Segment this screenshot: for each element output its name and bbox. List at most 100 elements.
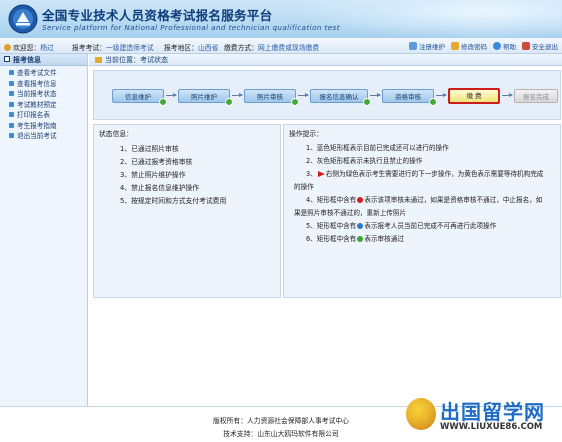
sidebar-title: 报考信息: [13, 56, 41, 64]
step-registration-complete: 报名完成: [514, 89, 558, 103]
exam-value: 一级建造师考试: [105, 44, 154, 52]
green-check-icon: [357, 236, 364, 242]
sidebar-item-exit-exam[interactable]: 退出当前考试: [0, 131, 87, 142]
help-icon: [493, 42, 501, 50]
collapse-box-icon: [4, 56, 10, 62]
step-photo-maintain[interactable]: 照片维护: [178, 89, 233, 106]
bullet-icon: [9, 70, 14, 75]
operation-tips-panel: 操作提示： 1、蓝色矩形框表示目前已完成还可以进行的操作 2、灰色矩形框表示未执…: [283, 124, 561, 298]
welcome-info: 欢迎您：杨过: [4, 42, 54, 52]
bullet-icon: [9, 133, 14, 138]
status-item: 3、禁止照片维护操作: [120, 171, 186, 179]
logout-link[interactable]: 安全退出: [522, 41, 558, 51]
welcome-label: 欢迎您：: [13, 44, 41, 52]
step-done-icon: [429, 98, 437, 106]
step-done-icon: [159, 98, 167, 106]
sidebar: 报考信息 查看考试文件 查看报考信息 当前报考状态 考试教材预定 打印报名表 考…: [0, 54, 88, 406]
sidebar-item-label: 考试教材预定: [17, 100, 57, 109]
status-item: 1、已通过照片审核: [120, 145, 179, 153]
location-label: 当前位置：: [105, 56, 140, 64]
header-banner: 全国专业技术人员资格考试报名服务平台 Service platform for …: [0, 0, 562, 38]
tip-item: 6、矩形框中含有 表示审核通过: [284, 234, 560, 244]
fee-value: 网上缴费或现场缴费: [257, 44, 320, 52]
user-icon: [4, 44, 11, 51]
register-maintain-link[interactable]: 注册维护: [409, 41, 445, 51]
status-item: 4、禁止报名信息维护操作: [120, 184, 200, 192]
step-info-maintain[interactable]: 信息维护: [112, 89, 167, 106]
region-info: 报考地区：山西省: [164, 42, 218, 52]
bullet-icon: [9, 80, 14, 86]
step-done-icon: [363, 98, 371, 106]
sidebar-item-current-status[interactable]: 当前报考状态: [0, 89, 87, 100]
status-info-panel: 状态信息： 1、已通过照片审核 2、已通过报考资格审核 3、禁止照片维护操作 4…: [93, 124, 281, 298]
watermark-logo: 出国留学网 WWW.LIUXUE86.COM: [406, 394, 558, 438]
status-item: 2、已通过报考资格审核: [120, 158, 193, 166]
step-payment[interactable]: 缴 费: [448, 88, 500, 104]
sidebar-item-textbook-order[interactable]: 考试教材预定: [0, 100, 87, 111]
sidebar-item-label: 查看报考信息: [17, 79, 57, 88]
step-qualification-review[interactable]: 资格审核: [382, 89, 437, 106]
sidebar-item-label: 当前报考状态: [17, 90, 57, 98]
exam-label: 报考考试：: [72, 44, 106, 52]
step-arrow-icon: [298, 93, 309, 97]
tip-item-continued: 的操作: [294, 183, 314, 191]
change-password-link[interactable]: 修改密码: [451, 41, 487, 51]
tip-text: 4、矩形框中含有: [306, 196, 357, 204]
tip-text: 表示该项审核未通过，如果是资格审核不通过，中止报名，如: [364, 196, 543, 204]
sidebar-item-label: 打印报名表: [17, 111, 50, 119]
step-label: 资格审核: [395, 93, 421, 101]
home-icon: [95, 57, 102, 63]
tip-text: 表示审核通过: [364, 235, 404, 243]
bullet-icon: [9, 101, 14, 107]
step-label: 照片维护: [191, 93, 217, 101]
tip-item: 3、 右侧为绿色表示考生需要进行的下一步操作，为黄色表示需要等待机构完成: [284, 169, 560, 179]
step-photo-review[interactable]: 照片审核: [244, 89, 299, 106]
tip-item: 2、灰色矩形框表示未执行且禁止的操作: [306, 157, 423, 165]
step-label: 信息维护: [125, 93, 151, 101]
site-subtitle: Service platform for National Profession…: [42, 23, 340, 32]
step-done-icon: [291, 98, 299, 106]
welcome-user: 杨过: [40, 44, 54, 52]
top-links: 注册维护 修改密码 帮助 安全退出: [409, 41, 558, 51]
tip-item: 1、蓝色矩形框表示目前已完成还可以进行的操作: [306, 144, 449, 152]
operation-tips-title: 操作提示：: [289, 130, 323, 138]
tip-text: 表示报考人员当前已完成不可再进行此项操作: [364, 222, 497, 230]
step-label: 缴 费: [466, 92, 482, 100]
globe-icon: [406, 398, 436, 430]
exam-info: 报考考试：一级建造师考试: [72, 42, 154, 52]
help-label: 帮助: [503, 43, 516, 51]
sidebar-item-label: 考生报考指南: [17, 121, 57, 130]
step-label: 报名完成: [523, 93, 549, 101]
sidebar-item-exam-files[interactable]: 查看考试文件: [0, 68, 87, 79]
tip-item: 5、矩形框中含有 表示报考人员当前已完成不可再进行此项操作: [284, 221, 560, 231]
tip-text: 5、矩形框中含有: [306, 222, 357, 230]
step-arrow-icon: [370, 93, 381, 97]
tip-text: 右侧为绿色表示考生需要进行的下一步操作，为黄色表示需要等待机构完成: [325, 170, 544, 178]
emblem-logo-icon: [8, 4, 38, 34]
sidebar-item-guide[interactable]: 考生报考指南: [0, 121, 87, 132]
location-value: 考试状态: [140, 56, 168, 64]
sidebar-item-registration-info[interactable]: 查看报考信息: [0, 79, 87, 90]
step-arrow-icon: [232, 93, 243, 97]
step-arrow-icon: [436, 93, 447, 97]
help-link[interactable]: 帮助: [493, 41, 516, 51]
status-item: 5、按规定时间和方式支付考试费用: [120, 197, 227, 205]
logout-icon: [522, 42, 530, 50]
tip-number: 3、: [306, 170, 317, 178]
progress-steps: 信息维护 照片维护 照片审核 报名信息确认 资格审核 缴 费 报名完成: [93, 70, 561, 120]
sidebar-header: 报考信息: [0, 54, 87, 66]
fee-label: 缴费方式：: [224, 44, 258, 52]
watermark-text: 出国留学网: [440, 400, 545, 424]
bullet-icon: [9, 91, 14, 96]
step-info-confirm[interactable]: 报名信息确认: [310, 89, 371, 106]
tip-text: 6、矩形框中含有: [306, 235, 357, 243]
register-icon: [409, 42, 417, 50]
sidebar-item-print-form[interactable]: 打印报名表: [0, 110, 87, 121]
logout-label: 安全退出: [532, 43, 558, 51]
region-value: 山西省: [197, 44, 219, 52]
step-done-icon: [225, 98, 233, 106]
sidebar-item-label: 退出当前考试: [17, 132, 57, 140]
region-label: 报考地区：: [164, 44, 198, 52]
blue-complete-icon: [357, 223, 364, 229]
site-title: 全国专业技术人员资格考试报名服务平台: [42, 8, 273, 23]
